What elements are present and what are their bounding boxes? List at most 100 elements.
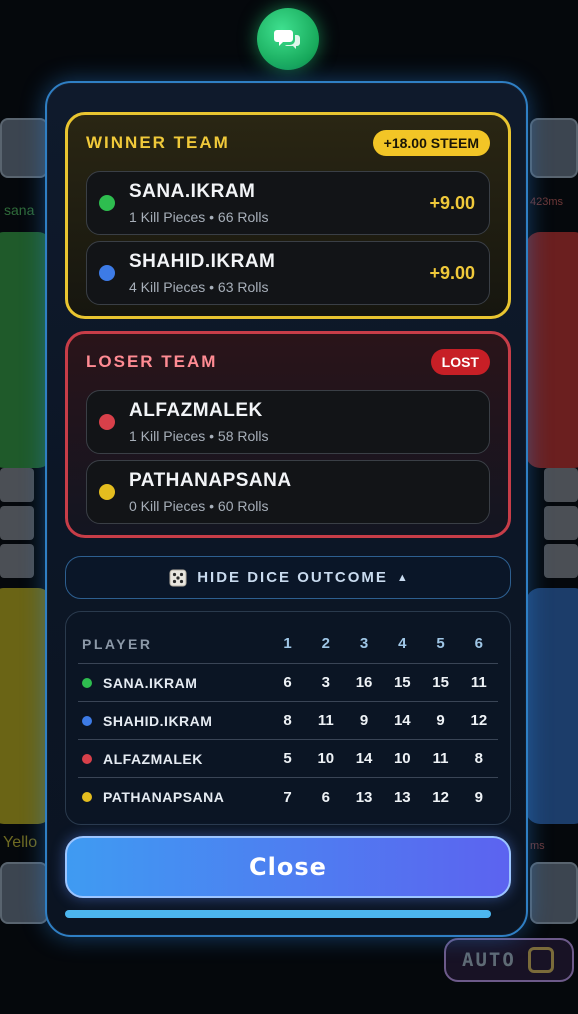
- roll-count-cell: 13: [393, 788, 411, 806]
- auto-close-progress-bar: [65, 910, 491, 918]
- board-cell: [0, 468, 34, 502]
- player-stats: 4 Kill Pieces • 63 Rolls: [129, 279, 269, 295]
- player-ping-bottom-right: ms: [530, 840, 545, 852]
- table-player-name: SANA.IKRAM: [103, 674, 198, 691]
- chat-button[interactable]: [257, 8, 319, 70]
- roll-count-cell: 9: [474, 788, 484, 806]
- dice-face-header: 3: [359, 635, 369, 652]
- loser-team-panel: LOSER TEAM LOST ALFAZMALEK 1 Kill Pieces…: [65, 331, 511, 538]
- player-color-dot: [99, 484, 115, 500]
- winner-player-card: SANA.IKRAM 1 Kill Pieces • 66 Rolls +9.0…: [86, 171, 490, 235]
- player-color-dot: [99, 195, 115, 211]
- player-color-dot: [99, 414, 115, 430]
- table-player-name: SHAHID.IKRAM: [103, 712, 213, 729]
- board-cell: [0, 544, 34, 578]
- roll-count-cell: 5: [283, 750, 292, 767]
- roll-count-cell: 6: [321, 788, 330, 806]
- roll-count-cell: 12: [432, 788, 449, 806]
- dice-outcome-table: PLAYER 1 2 3 4 5 6 SANA.IKRAM 6 3 16 15 …: [65, 611, 511, 825]
- roll-count-cell: 16: [355, 674, 373, 691]
- roll-count-cell: 14: [393, 712, 411, 729]
- player-name: PATHANAPSANA: [129, 470, 292, 491]
- player-stats: 1 Kill Pieces • 58 Rolls: [129, 428, 269, 444]
- auto-play-button[interactable]: AUTO: [444, 938, 574, 982]
- loser-player-card: ALFAZMALEK 1 Kill Pieces • 58 Rolls: [86, 390, 490, 454]
- player-score: +9.00: [429, 192, 475, 213]
- roll-count-cell: 14: [355, 750, 373, 767]
- roll-count-cell: 10: [393, 750, 411, 767]
- roll-count-cell: 8: [474, 750, 484, 767]
- dice-face-header: 5: [436, 635, 445, 652]
- hide-dice-outcome-button[interactable]: HIDE DICE OUTCOME ▲: [65, 556, 511, 599]
- table-row: SHAHID.IKRAM 8 11 9 14 9 12: [78, 702, 498, 740]
- player-stats: 0 Kill Pieces • 60 Rolls: [129, 498, 269, 514]
- roll-count-cell: 11: [470, 674, 487, 691]
- board-cell: [544, 506, 578, 540]
- dice-face-header: 6: [474, 635, 484, 652]
- roll-count-cell: 11: [317, 712, 334, 729]
- player-name: ALFAZMALEK: [129, 400, 263, 421]
- player-avatar-bottom-right: [530, 862, 578, 924]
- loser-team-title: LOSER TEAM: [86, 352, 218, 371]
- player-name-bottom-left: Yello: [3, 834, 38, 851]
- close-button[interactable]: Close: [65, 836, 511, 898]
- winner-player-card: SHAHID.IKRAM 4 Kill Pieces • 63 Rolls +9…: [86, 241, 490, 305]
- roll-count-cell: 13: [355, 788, 373, 806]
- player-ping-top-right: 423ms: [530, 196, 564, 208]
- board-track-right: [544, 468, 578, 578]
- progress-fill: [65, 910, 491, 918]
- roll-count-cell: 8: [283, 712, 292, 729]
- player-avatar-top-left: [0, 118, 48, 178]
- player-avatar-top-right: [530, 118, 578, 178]
- auto-play-checkbox[interactable]: [527, 947, 554, 973]
- roll-count-cell: 3: [321, 674, 330, 691]
- chevron-up-icon: ▲: [396, 571, 408, 584]
- board-cell: [544, 544, 578, 578]
- board-track-left: [0, 468, 34, 578]
- roll-count-cell: 12: [470, 712, 488, 729]
- dice-face-header: 4: [398, 635, 407, 652]
- player-color-dot: [99, 265, 115, 281]
- dice-face-header: 2: [321, 635, 330, 652]
- roll-count-cell: 9: [436, 712, 445, 729]
- winner-team-title: WINNER TEAM: [86, 133, 230, 152]
- player-color-dot: [82, 753, 92, 764]
- roll-count-cell: 11: [432, 750, 449, 767]
- reward-badge: +18.00 STEEM: [372, 130, 490, 156]
- player-avatar-bottom-left: [0, 862, 48, 924]
- player-color-dot: [82, 715, 92, 726]
- dice-icon: [169, 569, 187, 586]
- roll-count-cell: 7: [283, 788, 292, 806]
- red-home-area: [526, 232, 578, 468]
- roll-count-cell: 15: [432, 674, 449, 691]
- player-name-top-left: sana: [4, 202, 35, 218]
- roll-count-cell: 10: [317, 750, 335, 767]
- table-row: ALFAZMALEK 5 10 14 10 11 8: [78, 740, 498, 778]
- table-header-row: PLAYER 1 2 3 4 5 6: [78, 624, 498, 664]
- table-row: SANA.IKRAM 6 3 16 15 15 11: [78, 664, 498, 702]
- player-column-header: PLAYER: [82, 635, 153, 652]
- player-stats: 1 Kill Pieces • 66 Rolls: [129, 209, 269, 225]
- player-color-dot: [82, 677, 92, 688]
- chat-bubbles-icon: [274, 30, 300, 49]
- auto-play-label: AUTO: [462, 949, 516, 971]
- table-row: PATHANAPSANA 7 6 13 13 12 9: [78, 778, 498, 816]
- table-player-name: ALFAZMALEK: [103, 750, 203, 767]
- blue-home-area: [526, 588, 578, 824]
- close-button-label: Close: [249, 853, 327, 881]
- player-score: +9.00: [429, 262, 475, 283]
- board-cell: [544, 468, 578, 502]
- winner-team-panel: WINNER TEAM +18.00 STEEM SANA.IKRAM 1 Ki…: [65, 112, 511, 319]
- player-color-dot: [82, 792, 92, 802]
- lost-badge: LOST: [430, 349, 490, 375]
- board-cell: [0, 506, 34, 540]
- roll-count-cell: 9: [359, 712, 369, 729]
- match-result-modal: WINNER TEAM +18.00 STEEM SANA.IKRAM 1 Ki…: [45, 81, 528, 937]
- hide-dice-outcome-label: HIDE DICE OUTCOME: [197, 569, 388, 586]
- roll-count-cell: 15: [393, 674, 411, 691]
- roll-count-cell: 6: [283, 674, 292, 691]
- player-name: SHAHID.IKRAM: [129, 251, 276, 272]
- player-name: SANA.IKRAM: [129, 181, 256, 202]
- dice-face-header: 1: [283, 635, 292, 652]
- table-player-name: PATHANAPSANA: [103, 789, 225, 805]
